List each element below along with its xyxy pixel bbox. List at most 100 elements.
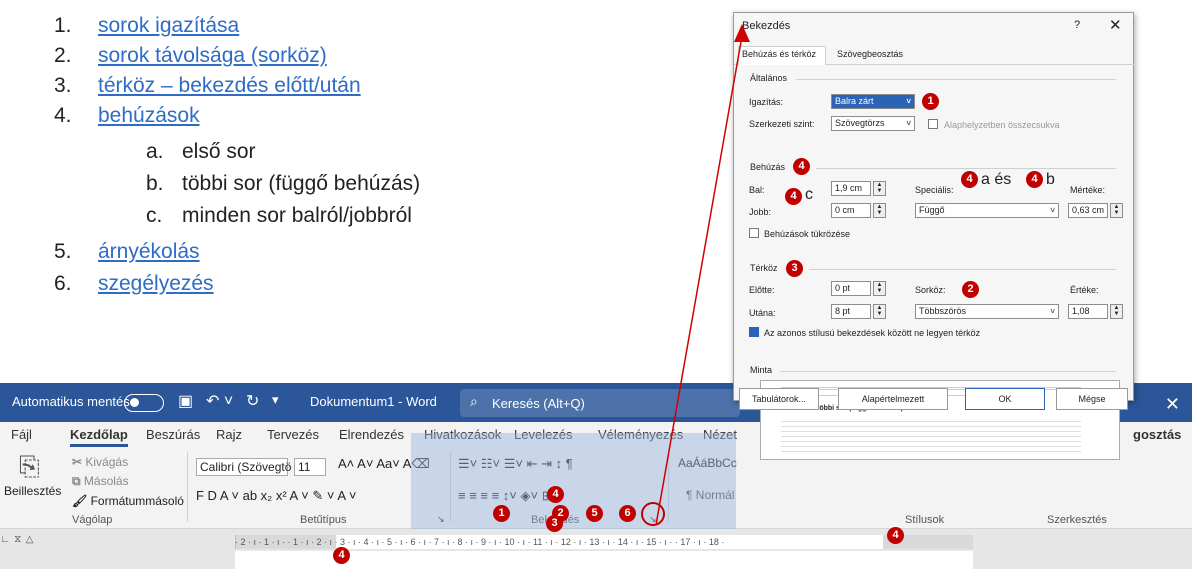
copy-button[interactable]: ⧉ Másolás — [72, 474, 129, 489]
dialog-title: Bekezdés — [742, 20, 791, 32]
chevron-down-icon: ˅ — [1050, 307, 1055, 316]
share-button[interactable]: gosztás — [1133, 427, 1181, 442]
sub-list-item: a. első sor — [146, 140, 256, 163]
left-indent-label: Bal: — [749, 185, 765, 195]
search-box[interactable]: ⌕ Keresés (Alt+Q) — [460, 389, 740, 417]
marker-indent-a: 4 — [961, 171, 978, 188]
redo-icon[interactable]: ↻ — [246, 391, 259, 411]
link-indents[interactable]: behúzások — [98, 104, 200, 127]
by-input[interactable]: 0,63 cm — [1068, 203, 1108, 218]
indent-marker-icon[interactable]: ⧖ — [14, 534, 21, 545]
marker-indent-dialog: 4 — [793, 158, 810, 175]
tab-design[interactable]: Tervezés — [267, 427, 319, 442]
at-input[interactable]: 1,08 — [1068, 304, 1108, 319]
help-icon[interactable]: ? — [1074, 19, 1080, 31]
cancel-button[interactable]: Mégse — [1056, 388, 1128, 410]
right-indent-marker-icon[interactable]: △ — [26, 534, 34, 545]
by-label: Mértéke: — [1070, 185, 1106, 195]
link-shading[interactable]: árnyékolás — [98, 240, 200, 263]
after-spinner[interactable]: ▲ ▼ — [873, 304, 886, 319]
list-item: 2. sorok távolsága (sorköz) — [54, 44, 327, 67]
special-annotation-b: b — [1046, 171, 1055, 188]
after-label: Utána: — [749, 308, 776, 318]
font-size-select[interactable]: 11 — [294, 458, 326, 476]
before-spinner[interactable]: ▲ ▼ — [873, 281, 886, 296]
undo-icon[interactable]: ↶ ˅ — [206, 391, 233, 411]
ruler-scale: · 2 · ı · 1 · ı · · 1 · ı · 2 · ı · 3 · … — [235, 537, 725, 547]
tab-indents-spacing[interactable]: Behúzás és térköz — [742, 49, 816, 59]
link-spacing[interactable]: térköz – bekezdés előtt/után — [98, 74, 361, 97]
marker-spacing: 3 — [546, 515, 563, 532]
cut-button[interactable]: ✂ Kivágás — [72, 455, 128, 469]
font-format-icons[interactable]: F D A ˅ ab x₂ x² A ˅ ✎ ˅ A ˅ — [196, 488, 356, 504]
left-indent-input[interactable]: 1,9 cm — [831, 181, 871, 196]
list-item: 1. sorok igazítása — [54, 14, 240, 37]
editing-group-label: Szerkesztés — [1047, 514, 1107, 526]
left-indent-spinner[interactable]: ▲ ▼ — [873, 181, 886, 196]
marker-indent: 4 — [547, 486, 564, 503]
marker-indent-c: 4 — [785, 188, 802, 205]
after-input[interactable]: 8 pt — [831, 304, 871, 319]
before-input[interactable]: 0 pt — [831, 281, 871, 296]
copy-icon: ⧉ — [72, 474, 84, 488]
search-icon: ⌕ — [470, 393, 478, 409]
chevron-down-icon: ˅ — [906, 119, 911, 128]
same-style-checkbox[interactable] — [749, 327, 759, 337]
launcher-circle — [641, 502, 665, 526]
autosave-toggle[interactable] — [124, 394, 164, 412]
at-spinner[interactable]: ▲ ▼ — [1110, 304, 1123, 319]
tabs-button[interactable]: Tabulátorok... — [739, 388, 819, 410]
ruler: ∟ · 2 · ı · 1 · ı · · 1 · ı · 2 · ı · 3 … — [0, 529, 1192, 569]
brush-icon: 🖌 — [72, 494, 91, 508]
marker-shading: 5 — [586, 505, 603, 522]
tab-insert[interactable]: Beszúrás — [146, 427, 200, 442]
sub-list-item: b. többi sor (függő behúzás) — [146, 172, 421, 195]
mirror-label: Behúzások tükrözése — [764, 229, 851, 239]
save-icon[interactable]: ▣ — [178, 391, 193, 411]
section-general: Általános — [750, 73, 788, 83]
autosave-label: Automatikus mentés — [12, 394, 130, 409]
line-spacing-label: Sorköz: — [915, 285, 946, 295]
marker-c-letter: c — [805, 186, 813, 203]
marker-spacing-dialog: 3 — [786, 260, 803, 277]
marker-indent-ruler-right: 4 — [887, 527, 904, 544]
font-name-select[interactable]: Calibri (Szövegtö — [196, 458, 291, 476]
link-line-spacing[interactable]: sorok távolsága (sorköz) — [98, 44, 327, 67]
paste-icon[interactable]: ⎘ — [19, 451, 40, 483]
tab-file[interactable]: Fájl — [11, 427, 32, 442]
tab-draw[interactable]: Rajz — [216, 427, 242, 442]
link-borders[interactable]: szegélyezés — [98, 272, 214, 295]
line-spacing-select[interactable]: Többszörös ˅ — [915, 304, 1059, 319]
outline-level-select[interactable]: Szövegtörzs ˅ — [831, 116, 915, 131]
list-item: 4. behúzások — [54, 104, 200, 127]
customize-icon[interactable]: ▾ — [272, 392, 279, 408]
close-icon[interactable]: ✕ — [1165, 394, 1180, 415]
tab-home[interactable]: Kezdőlap — [70, 427, 128, 447]
link-alignment[interactable]: sorok igazítása — [98, 14, 239, 37]
paste-button[interactable]: Beillesztés — [4, 484, 61, 498]
mirror-checkbox[interactable] — [749, 228, 759, 238]
at-label: Értéke: — [1070, 285, 1099, 295]
special-select[interactable]: Függő ˅ — [915, 203, 1059, 218]
set-default-button[interactable]: Alapértelmezett — [838, 388, 948, 410]
collapsed-checkbox[interactable] — [928, 119, 938, 129]
marker-border: 6 — [619, 505, 636, 522]
tab-layout[interactable]: Elrendezés — [339, 427, 404, 442]
ok-button[interactable]: OK — [965, 388, 1045, 410]
search-input[interactable]: Keresés (Alt+Q) — [492, 396, 585, 411]
right-indent-input[interactable]: 0 cm — [831, 203, 871, 218]
chevron-down-icon: ˅ — [906, 97, 911, 106]
section-indentation: Behúzás — [750, 162, 786, 172]
dialog-close-icon[interactable]: ✕ — [1109, 16, 1122, 34]
outline-level-label: Szerkezeti szint: — [749, 119, 815, 129]
by-spinner[interactable]: ▲ ▼ — [1110, 203, 1123, 218]
clipboard-group-label: Vágólap — [72, 514, 113, 526]
alignment-select[interactable]: Balra zárt ˅ — [831, 94, 915, 109]
right-indent-spinner[interactable]: ▲ ▼ — [873, 203, 886, 218]
font-group-label: Betűtípus — [300, 514, 347, 526]
marker-align-dialog: 1 — [922, 93, 939, 110]
tab-line-breaks[interactable]: Szövegbeosztás — [837, 49, 903, 59]
format-painter-button[interactable]: 🖌 Formátummásoló — [72, 494, 184, 508]
tab-selector-icon[interactable]: ∟ — [0, 534, 10, 545]
paragraph-dialog: Bekezdés ? ✕ Behúzás és térköz Szövegbeo… — [733, 12, 1135, 460]
